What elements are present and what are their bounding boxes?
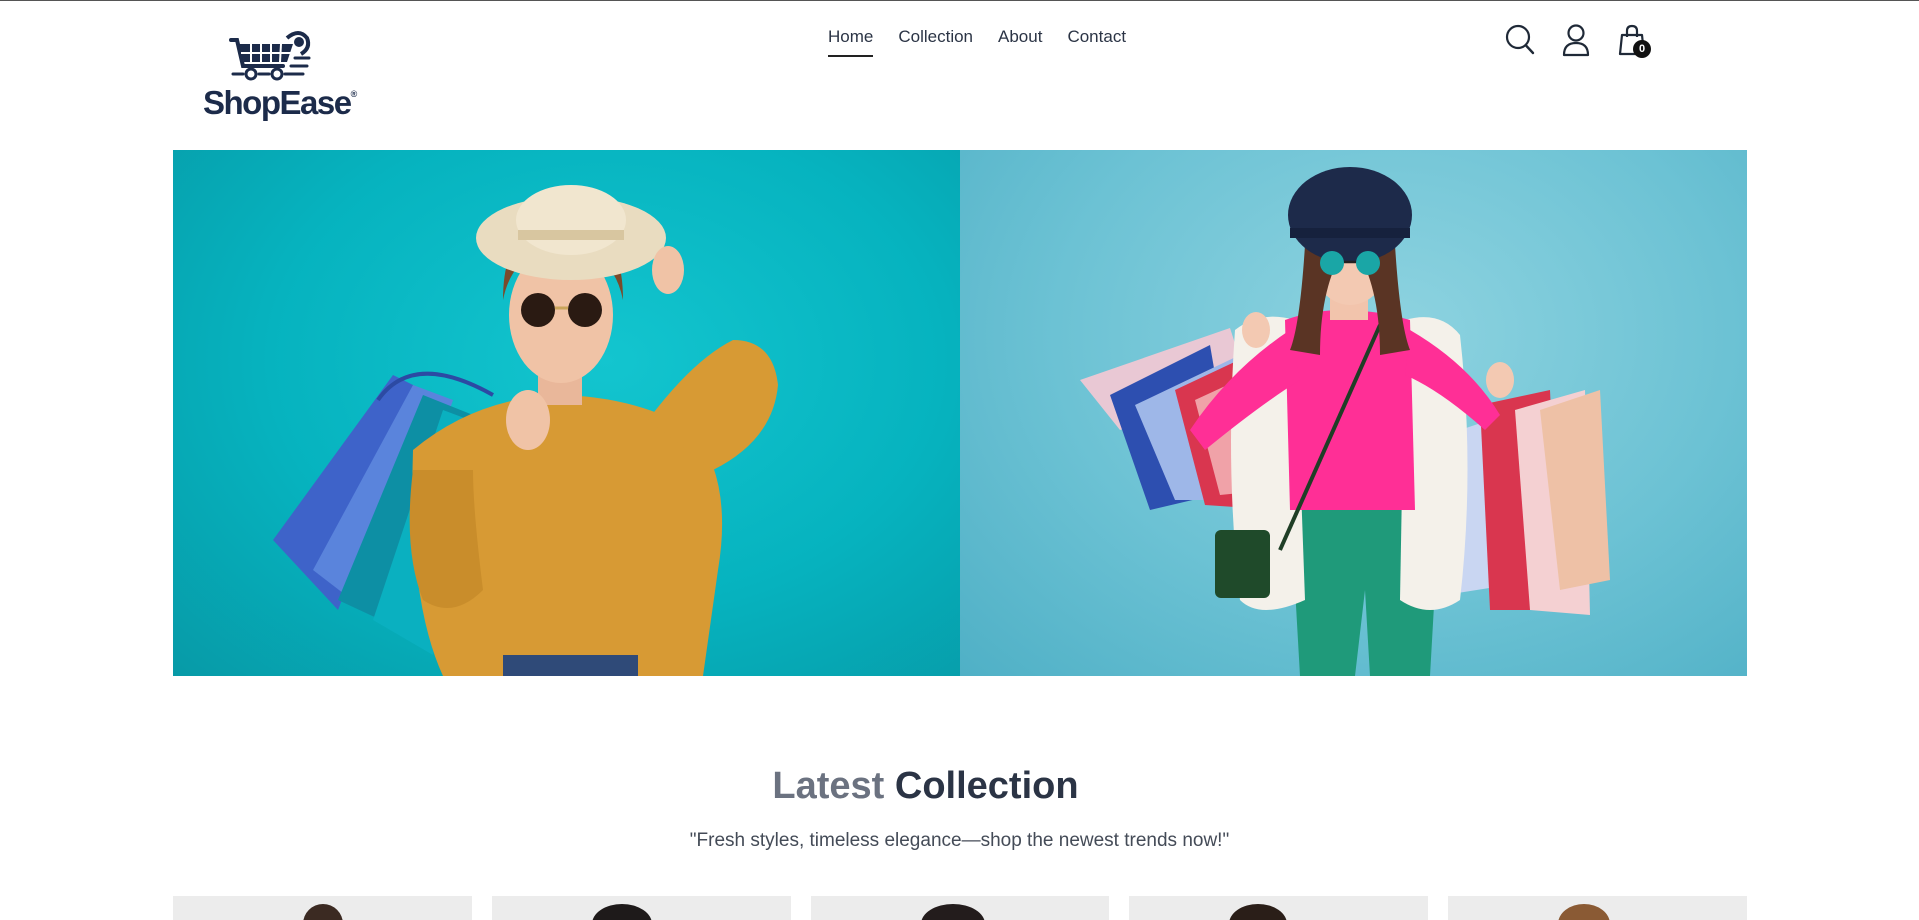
product-card[interactable] [1448,896,1747,920]
nav-about[interactable]: About [998,27,1042,57]
brand-name: ShopEase® [203,84,358,121]
latest-collection-subtitle: "Fresh styles, timeless elegance—shop th… [689,830,1230,851]
account-button[interactable] [1559,22,1593,58]
nav-home[interactable]: Home [828,27,874,57]
product-photo [591,904,652,920]
latest-collection-title: Latest Collection [0,765,1851,808]
user-icon [1562,24,1590,57]
cart-logo-icon [229,31,311,81]
product-card[interactable] [173,896,472,920]
product-grid [173,896,1747,920]
main-nav: Home Collection About Contact [828,27,1126,57]
product-photo [920,904,985,920]
product-photo [303,904,343,920]
hero-image-left [173,150,960,676]
woman-pink-top-illustration [1080,167,1610,676]
product-card[interactable] [1129,896,1429,920]
product-card[interactable] [810,896,1110,920]
search-icon [1505,24,1535,55]
woman-with-shopping-bags-illustration [273,185,778,676]
title-bold-word: Collection [894,765,1079,807]
title-light-word: Latest [772,765,885,807]
header-actions: 0 [1503,22,1651,58]
nav-collection[interactable]: Collection [898,27,973,57]
product-photo [1229,904,1288,920]
cart-button[interactable]: 0 [1615,22,1651,58]
search-button[interactable] [1503,22,1537,58]
product-card[interactable] [491,896,791,920]
hero-banner[interactable] [173,150,1747,676]
nav-contact[interactable]: Contact [1067,27,1126,57]
cart-count-badge: 0 [1633,40,1651,58]
hero-image-right [960,150,1747,676]
brand-logo[interactable]: ShopEase® [203,24,358,126]
product-photo [1558,904,1611,920]
site-header: ShopEase® Home Collection About Contact … [0,0,1919,140]
